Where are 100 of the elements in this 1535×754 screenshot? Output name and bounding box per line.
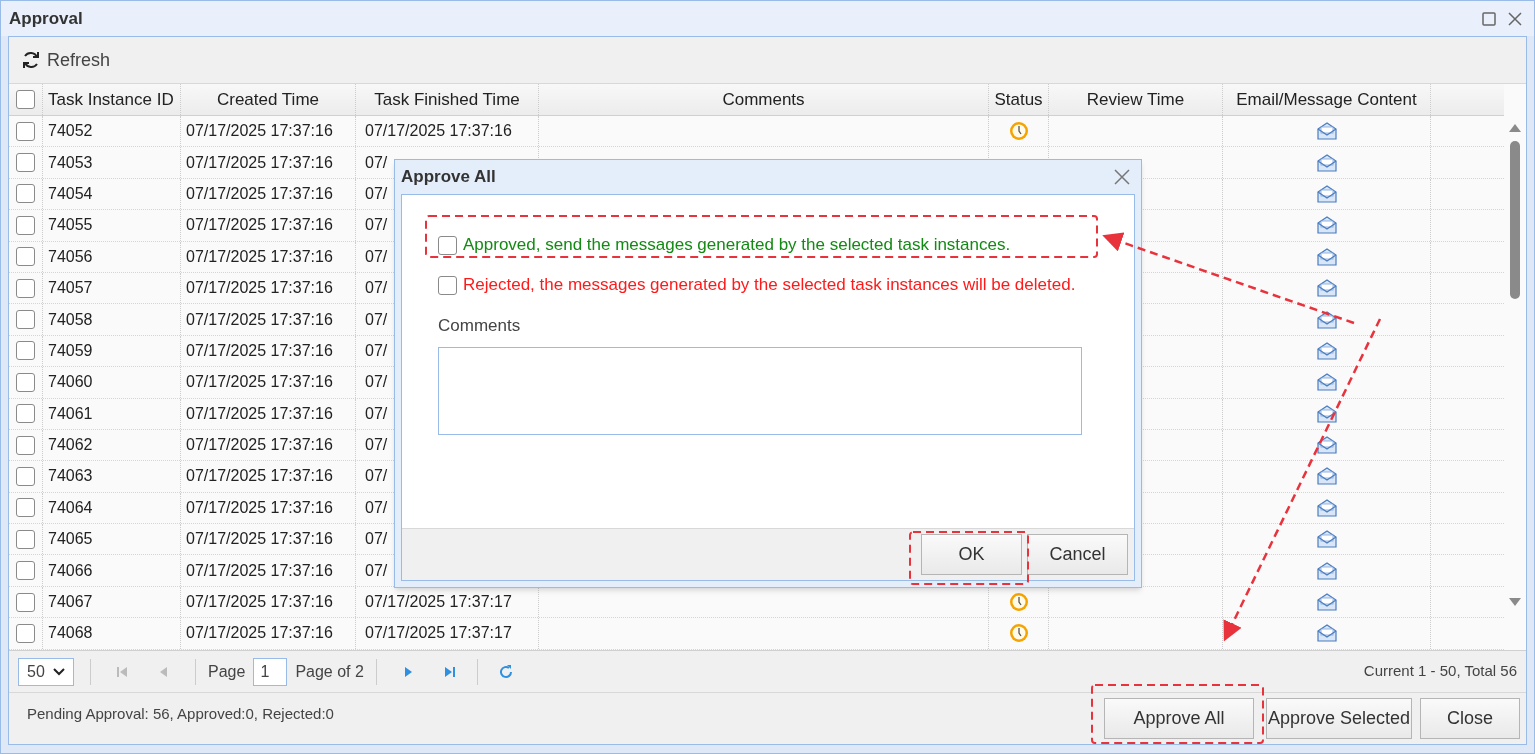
envelope-icon[interactable] bbox=[1315, 309, 1338, 330]
status-text: Pending Approval: 56, Approved:0, Rejected:0 bbox=[27, 704, 334, 725]
dialog-title: Approve All bbox=[401, 166, 496, 189]
envelope-icon[interactable] bbox=[1315, 466, 1338, 487]
envelope-icon[interactable] bbox=[1315, 529, 1338, 550]
table-cell-text: 07/ bbox=[365, 435, 388, 456]
table-cell-text: 07/ bbox=[365, 309, 388, 330]
dialog-button[interactable]: Cancel bbox=[1027, 534, 1128, 575]
table-cell-text: 07/17/2025 17:37:16 bbox=[186, 372, 333, 393]
table-cell-text: 07/ bbox=[365, 560, 388, 581]
footer-button[interactable]: Approve Selected bbox=[1266, 698, 1412, 739]
envelope-icon[interactable] bbox=[1315, 403, 1338, 424]
table-cell-text: 74065 bbox=[48, 529, 93, 550]
row-checkbox[interactable] bbox=[16, 247, 35, 267]
column-header[interactable]: Review Time bbox=[1049, 84, 1223, 115]
table-cell-text: 74060 bbox=[48, 372, 93, 393]
maximize-icon[interactable] bbox=[1482, 11, 1496, 26]
row-checkbox[interactable] bbox=[16, 404, 35, 424]
row-checkbox[interactable] bbox=[16, 153, 35, 173]
table-cell-text: 07/17/2025 17:37:16 bbox=[186, 309, 333, 330]
envelope-icon[interactable] bbox=[1315, 592, 1338, 613]
option-checkbox[interactable] bbox=[438, 275, 457, 295]
row-checkbox[interactable] bbox=[16, 215, 35, 235]
last-page-icon[interactable] bbox=[442, 664, 457, 679]
envelope-icon[interactable] bbox=[1315, 560, 1338, 581]
table-cell-text: 07/17/2025 17:37:16 bbox=[186, 403, 333, 424]
option-checkbox[interactable] bbox=[438, 235, 457, 255]
row-checkbox[interactable] bbox=[16, 623, 35, 643]
column-header[interactable]: Comments bbox=[539, 84, 989, 115]
option-label[interactable]: Approved, send the messages generated by the selected task instances. bbox=[463, 232, 1011, 258]
row-checkbox[interactable] bbox=[16, 184, 35, 204]
table-cell-text: 07/ bbox=[365, 340, 388, 361]
table-cell-text: 07/17/2025 17:37:17 bbox=[365, 623, 512, 644]
table-cell-text: 07/ bbox=[365, 466, 388, 487]
table-cell-text: 07/17/2025 17:37:16 bbox=[186, 340, 333, 361]
envelope-icon[interactable] bbox=[1315, 215, 1338, 236]
option-label[interactable]: Rejected, the messages generated by the selected task instances will be deleted. bbox=[463, 272, 1076, 298]
envelope-icon[interactable] bbox=[1315, 183, 1338, 204]
footer-button[interactable]: Approve All bbox=[1104, 698, 1254, 739]
footer-button[interactable]: Close bbox=[1420, 698, 1520, 739]
envelope-icon[interactable] bbox=[1315, 497, 1338, 518]
row-checkbox[interactable] bbox=[16, 435, 35, 455]
close-icon[interactable] bbox=[1114, 169, 1130, 185]
row-checkbox[interactable] bbox=[16, 529, 35, 549]
table-cell-text: 74055 bbox=[48, 215, 93, 236]
column-header[interactable]: Task Finished Time bbox=[356, 84, 539, 115]
envelope-icon[interactable] bbox=[1315, 121, 1338, 142]
page-summary: Current 1 - 50, Total 56 bbox=[1363, 661, 1517, 682]
column-header[interactable]: Email/Message Content bbox=[1223, 84, 1431, 115]
refresh-icon bbox=[21, 50, 41, 70]
table-cell-text: 07/ bbox=[365, 152, 388, 173]
comments-field[interactable] bbox=[438, 346, 1082, 435]
table-cell-text: 07/17/2025 17:37:16 bbox=[186, 152, 333, 173]
table-cell-text: 74054 bbox=[48, 183, 93, 204]
row-checkbox[interactable] bbox=[16, 592, 35, 612]
envelope-icon[interactable] bbox=[1315, 246, 1338, 267]
table-cell-text: 74057 bbox=[48, 278, 93, 299]
column-header[interactable]: Task Instance ID bbox=[43, 84, 181, 115]
table-cell-text: 74052 bbox=[48, 121, 93, 142]
envelope-icon[interactable] bbox=[1315, 435, 1338, 456]
envelope-icon[interactable] bbox=[1315, 340, 1338, 361]
row-checkbox[interactable] bbox=[16, 341, 35, 361]
table-cell-text: 74063 bbox=[48, 466, 93, 487]
column-header[interactable]: Status bbox=[989, 84, 1049, 115]
refresh-icon[interactable] bbox=[497, 663, 514, 680]
table-cell-text: 07/17/2025 17:37:17 bbox=[365, 592, 512, 613]
table-cell-text: 74056 bbox=[48, 246, 93, 267]
row-checkbox[interactable] bbox=[16, 121, 35, 141]
table-cell-text: 74068 bbox=[48, 623, 93, 644]
table-cell-text: 07/17/2025 17:37:16 bbox=[186, 215, 333, 236]
page-number-field[interactable]: 1 bbox=[253, 657, 288, 686]
table-cell-text: 07/17/2025 17:37:16 bbox=[186, 278, 333, 299]
row-checkbox[interactable] bbox=[16, 310, 35, 330]
table-cell-text: 74058 bbox=[48, 309, 93, 330]
envelope-icon[interactable] bbox=[1315, 623, 1338, 644]
table-cell-text: 07/17/2025 17:37:16 bbox=[186, 529, 333, 550]
table-cell-text: 74059 bbox=[48, 340, 93, 361]
row-checkbox[interactable] bbox=[16, 278, 35, 298]
row-checkbox[interactable] bbox=[16, 372, 35, 392]
row-checkbox[interactable] bbox=[16, 498, 35, 518]
page-size-select[interactable]: 50 bbox=[18, 657, 74, 686]
table-cell-text: 07/ bbox=[365, 529, 388, 550]
table-cell-text: 07/ bbox=[365, 183, 388, 204]
envelope-icon[interactable] bbox=[1315, 278, 1338, 299]
select-all-checkbox[interactable] bbox=[16, 90, 35, 109]
table-cell-text: 07/17/2025 17:37:16 bbox=[186, 183, 333, 204]
envelope-icon[interactable] bbox=[1315, 372, 1338, 393]
refresh-button[interactable]: Refresh bbox=[21, 46, 111, 74]
table-cell-text: 74066 bbox=[48, 560, 93, 581]
chevron-down-icon bbox=[53, 667, 65, 676]
table-cell-text: 07/ bbox=[365, 372, 388, 393]
dialog-button[interactable]: OK bbox=[921, 534, 1022, 575]
table-cell-text: 07/ bbox=[365, 215, 388, 236]
row-checkbox[interactable] bbox=[16, 561, 35, 581]
table-cell-text: 07/17/2025 17:37:16 bbox=[186, 497, 333, 518]
row-checkbox[interactable] bbox=[16, 467, 35, 486]
close-icon[interactable] bbox=[1508, 11, 1522, 26]
envelope-icon[interactable] bbox=[1315, 152, 1338, 173]
column-header[interactable]: Created Time bbox=[181, 84, 356, 115]
table-cell-text: 07/17/2025 17:37:16 bbox=[186, 623, 333, 644]
